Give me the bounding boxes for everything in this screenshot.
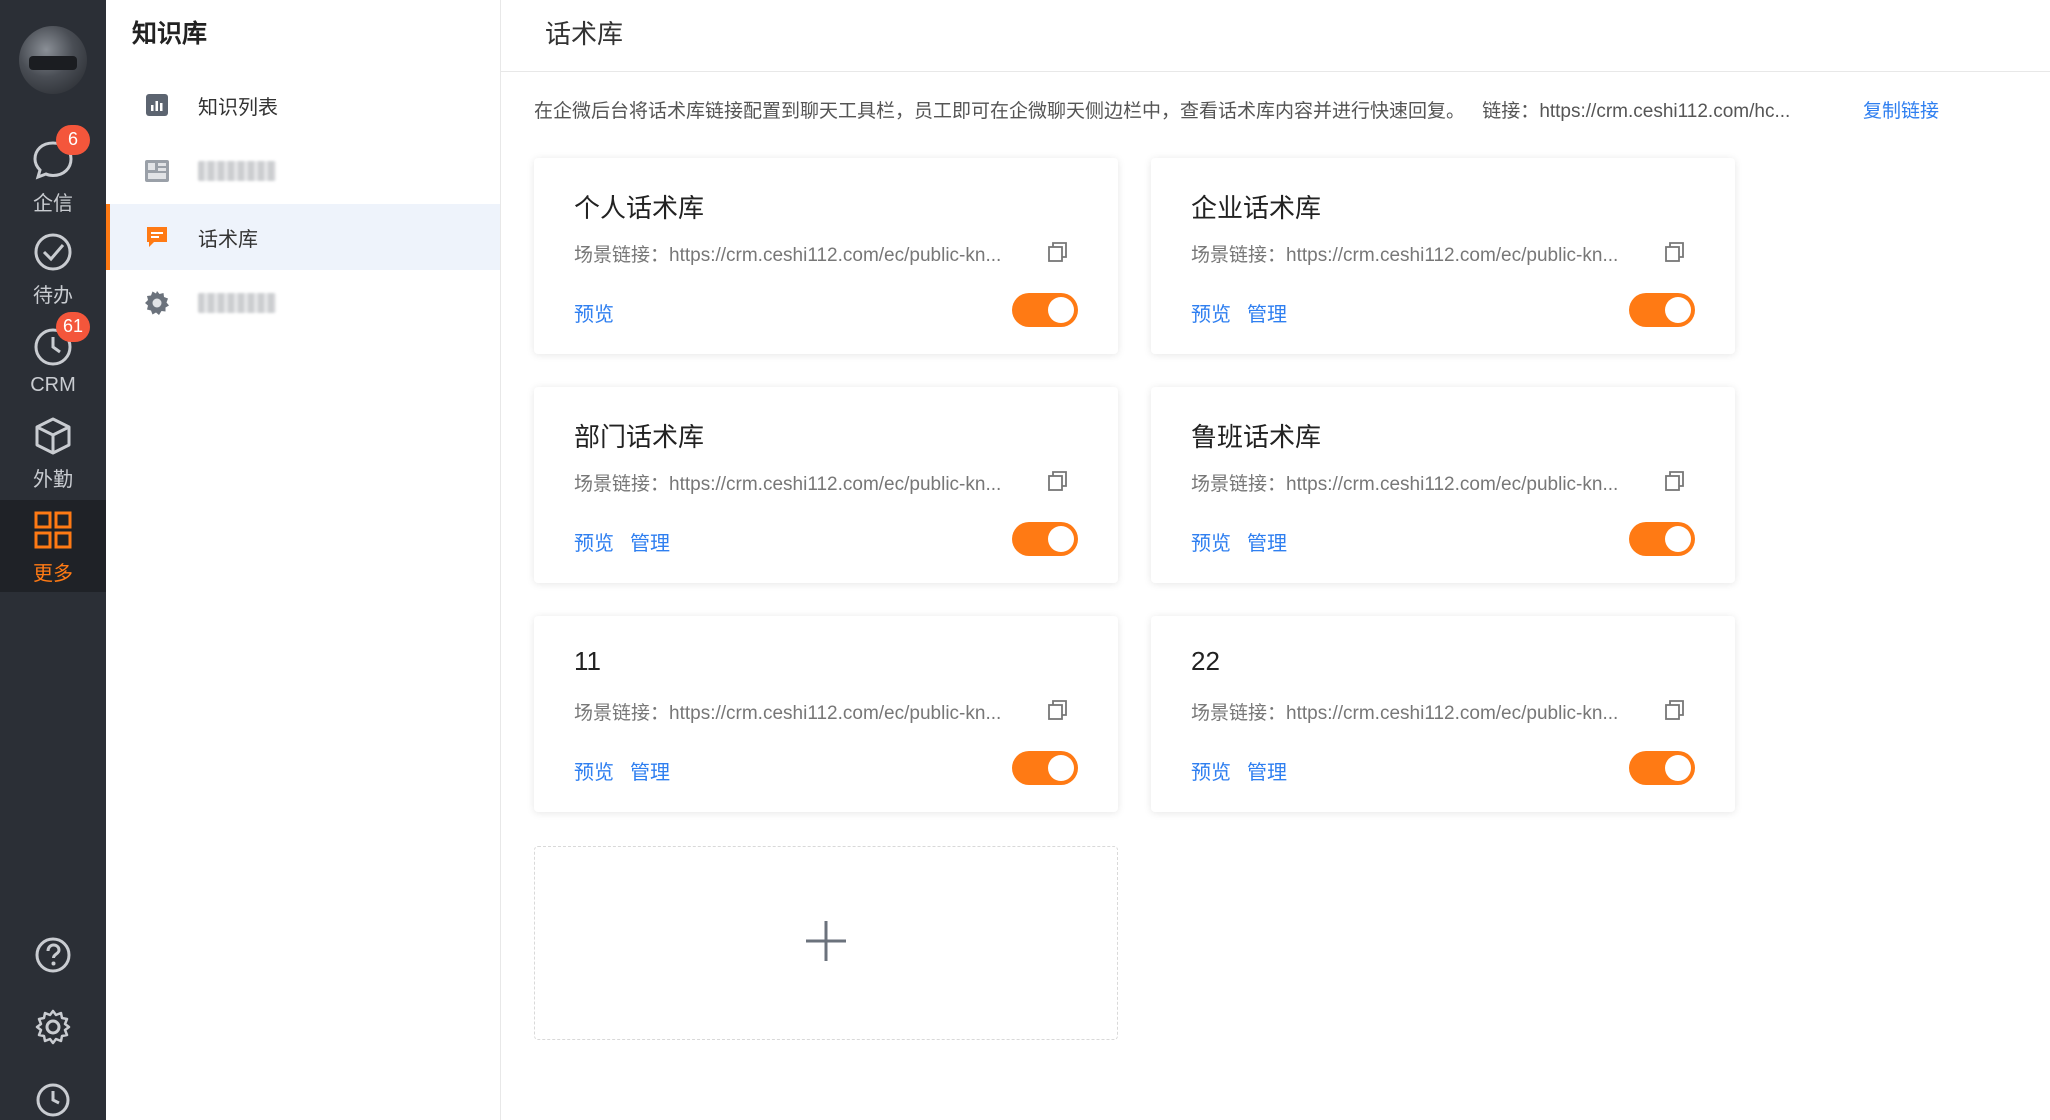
rail-item-label: 更多 xyxy=(33,562,73,585)
page-title: 话术库 xyxy=(545,19,624,49)
sidebar-item-script-library[interactable]: 话术库 xyxy=(106,204,500,270)
add-library-button[interactable] xyxy=(534,846,1118,1040)
card-scene-link: 场景链接：https://crm.ceshi112.com/ec/public-… xyxy=(574,245,1002,266)
rail-item-crm[interactable]: 61 CRM xyxy=(0,311,106,406)
copy-icon[interactable] xyxy=(1663,698,1689,724)
clock-icon xyxy=(35,1082,71,1120)
script-library-card: 企业话术库 场景链接：https://crm.ceshi112.com/ec/p… xyxy=(1151,158,1735,354)
card-title: 企业话术库 xyxy=(1191,193,1322,223)
preview-link[interactable]: 预览 xyxy=(574,527,614,556)
check-circle-icon xyxy=(30,229,76,275)
history-button[interactable] xyxy=(0,1082,106,1120)
rail-item-more[interactable]: 更多 xyxy=(0,500,106,592)
help-icon xyxy=(34,936,72,979)
preview-link[interactable]: 预览 xyxy=(1191,298,1231,327)
sidebar-title: 知识库 xyxy=(132,20,208,48)
plus-icon xyxy=(802,917,850,970)
preview-link[interactable]: 预览 xyxy=(574,298,614,327)
scene-grid-icon xyxy=(144,158,170,184)
rail-item-label: 待办 xyxy=(33,284,73,307)
rail-item-label: 企信 xyxy=(33,192,73,215)
chat-icon xyxy=(144,224,170,250)
script-library-card: 部门话术库 场景链接：https://crm.ceshi112.com/ec/p… xyxy=(534,387,1118,583)
settings-button[interactable] xyxy=(0,1008,106,1051)
manage-link[interactable]: 管理 xyxy=(630,527,670,556)
card-actions: 预览 xyxy=(574,298,614,327)
card-actions: 预览 管理 xyxy=(1191,527,1287,556)
grid-icon xyxy=(30,507,76,553)
avatar[interactable] xyxy=(19,26,87,94)
card-scene-link: 场景链接：https://crm.ceshi112.com/ec/public-… xyxy=(1191,703,1619,724)
enable-toggle[interactable] xyxy=(1629,522,1695,556)
blurred-label xyxy=(198,293,276,313)
copy-icon[interactable] xyxy=(1663,469,1689,495)
bar-chart-icon xyxy=(144,92,170,118)
script-library-card: 22 场景链接：https://crm.ceshi112.com/ec/publ… xyxy=(1151,616,1735,812)
badge-count: 6 xyxy=(56,124,90,155)
rail-item-qixin[interactable]: 6 企信 xyxy=(0,124,106,222)
page-header: 话术库 xyxy=(501,0,2050,72)
copy-icon[interactable] xyxy=(1046,240,1072,266)
script-library-card: 个人话术库 场景链接：https://crm.ceshi112.com/ec/p… xyxy=(534,158,1118,354)
enable-toggle[interactable] xyxy=(1012,751,1078,785)
blurred-label xyxy=(198,161,276,181)
enable-toggle[interactable] xyxy=(1629,293,1695,327)
knowledge-sidebar: 知识库 知识列表 话术库 xyxy=(106,0,501,1120)
sidebar-item-general-settings[interactable] xyxy=(106,270,500,336)
rail-item-label: CRM xyxy=(30,373,76,396)
library-link-url: https://crm.ceshi112.com/hc... xyxy=(1539,101,1791,122)
enable-toggle[interactable] xyxy=(1012,293,1078,327)
card-actions: 预览 管理 xyxy=(574,527,670,556)
rail-item-todo[interactable]: 待办 xyxy=(0,222,106,314)
card-title: 11 xyxy=(574,646,601,676)
card-title: 个人话术库 xyxy=(574,193,705,223)
cog-icon xyxy=(144,290,170,316)
info-text: 在企微后台将话术库链接配置到聊天工具栏，员工即可在企微聊天侧边栏中，查看话术库内… xyxy=(534,101,1791,122)
card-title: 部门话术库 xyxy=(574,422,705,452)
message-icon: 6 xyxy=(30,124,90,183)
copy-icon[interactable] xyxy=(1663,240,1689,266)
manage-link[interactable]: 管理 xyxy=(1247,527,1287,556)
card-scene-link: 场景链接：https://crm.ceshi112.com/ec/public-… xyxy=(1191,245,1619,266)
sidebar-item-label: 话术库 xyxy=(198,228,258,251)
rail-item-field[interactable]: 外勤 xyxy=(0,406,106,498)
card-title: 22 xyxy=(1191,646,1220,676)
clock-icon: 61 xyxy=(30,311,91,370)
preview-link[interactable]: 预览 xyxy=(574,756,614,785)
enable-toggle[interactable] xyxy=(1629,751,1695,785)
copy-icon[interactable] xyxy=(1046,469,1072,495)
card-title: 鲁班话术库 xyxy=(1191,422,1322,452)
copy-link-button[interactable]: 复制链接 xyxy=(1863,96,1939,123)
card-scene-link: 场景链接：https://crm.ceshi112.com/ec/public-… xyxy=(574,474,1002,495)
sidebar-item-scene-settings[interactable] xyxy=(106,138,500,204)
help-button[interactable] xyxy=(0,936,106,979)
copy-icon[interactable] xyxy=(1046,698,1072,724)
sidebar-item-knowledge-list[interactable]: 知识列表 xyxy=(106,72,500,138)
card-scene-link: 场景链接：https://crm.ceshi112.com/ec/public-… xyxy=(574,703,1002,724)
rail-item-label: 外勤 xyxy=(33,468,73,491)
sidebar-item-label: 知识列表 xyxy=(198,96,278,119)
card-actions: 预览 管理 xyxy=(1191,298,1287,327)
script-library-card: 鲁班话术库 场景链接：https://crm.ceshi112.com/ec/p… xyxy=(1151,387,1735,583)
app-rail: 6 企信 待办 61 CRM 外勤 更多 xyxy=(0,0,106,1120)
preview-link[interactable]: 预览 xyxy=(1191,756,1231,785)
manage-link[interactable]: 管理 xyxy=(1247,756,1287,785)
card-scene-link: 场景链接：https://crm.ceshi112.com/ec/public-… xyxy=(1191,474,1619,495)
enable-toggle[interactable] xyxy=(1012,522,1078,556)
preview-link[interactable]: 预览 xyxy=(1191,527,1231,556)
manage-link[interactable]: 管理 xyxy=(1247,298,1287,327)
gear-icon xyxy=(34,1008,72,1051)
script-library-card: 11 场景链接：https://crm.ceshi112.com/ec/publ… xyxy=(534,616,1118,812)
badge-count: 61 xyxy=(56,311,91,342)
manage-link[interactable]: 管理 xyxy=(630,756,670,785)
card-actions: 预览 管理 xyxy=(1191,756,1287,785)
cube-icon xyxy=(30,413,76,459)
card-actions: 预览 管理 xyxy=(574,756,670,785)
